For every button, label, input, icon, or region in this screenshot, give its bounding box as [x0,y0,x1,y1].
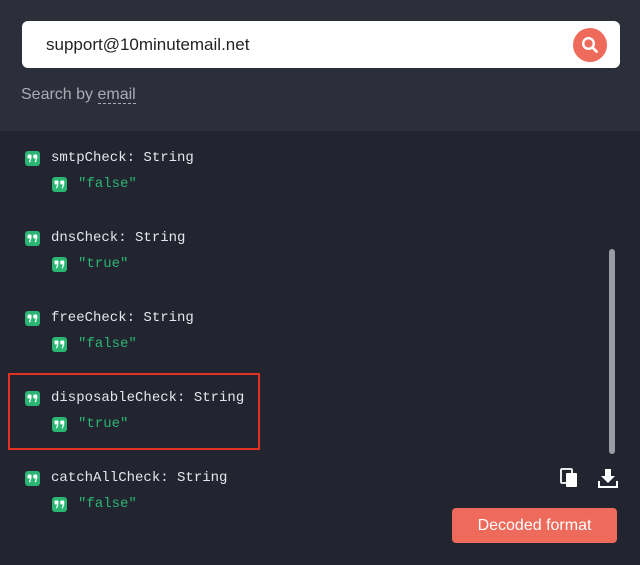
quote-icon [52,336,67,352]
field-value: "false" [78,336,137,352]
scrollbar[interactable] [609,249,615,454]
quote-icon [52,176,67,192]
download-icon [598,469,618,488]
field-value: "false" [78,176,137,192]
search-by-text: Search by [21,86,94,103]
quote-icon [25,390,40,406]
field-key: freeCheck: String [51,310,194,326]
search-icon [581,36,598,53]
field-key: dnsCheck: String [51,230,186,246]
copy-icon [560,468,577,487]
quote-icon [52,496,67,512]
quote-icon [25,470,40,486]
field-key: disposableCheck: String [51,390,245,406]
field-value: "true" [78,416,129,432]
search-button[interactable] [573,28,607,62]
field-key: smtpCheck: String [51,150,194,166]
field-key: catchAllCheck: String [51,470,228,486]
quote-icon [25,310,40,326]
quote-icon [52,416,67,432]
search-input[interactable] [46,21,566,68]
copy-button[interactable] [560,468,578,493]
search-by-label: Search by email [21,86,136,104]
quote-icon [52,256,67,272]
result-panel: smtpCheck: String "false" dnsCheck: Stri… [0,131,640,565]
field-free-check: freeCheck: String "false" [25,308,194,354]
decoded-format-button[interactable]: Decoded format [452,508,617,543]
field-dns-check: dnsCheck: String "true" [25,228,185,274]
field-catch-all-check: catchAllCheck: String "false" [25,468,227,514]
search-header: Search by email [0,0,640,131]
search-box [22,21,620,68]
field-smtp-check: smtpCheck: String "false" [25,148,194,194]
field-value: "true" [78,256,129,272]
download-button[interactable] [598,468,618,493]
quote-icon [25,230,40,246]
search-by-email-link[interactable]: email [97,86,136,104]
field-value: "false" [78,496,137,512]
field-disposable-check: disposableCheck: String "true" [25,388,244,434]
quote-icon [25,150,40,166]
